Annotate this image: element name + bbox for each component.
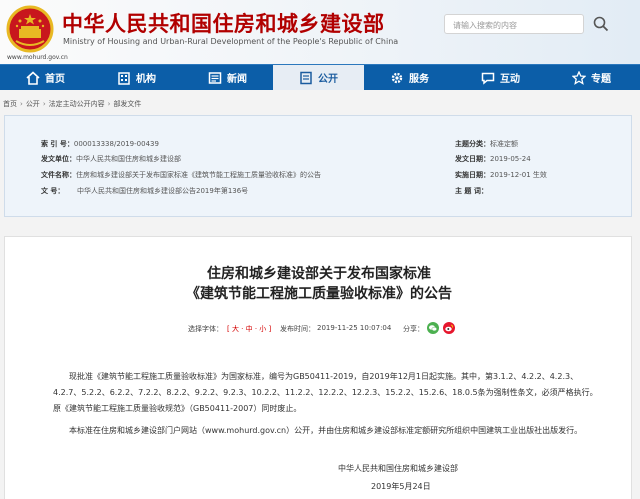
nav-item-news[interactable]: 新闻	[182, 65, 273, 90]
article-paragraph-1: 现批准《建筑节能工程施工质量验收标准》为国家标准，编号为GB50411-2019…	[53, 372, 598, 413]
nav-item-public[interactable]: 公开	[273, 65, 364, 90]
star-icon	[572, 70, 586, 85]
article-title-line1: 住房和城乡建设部关于发布国家标准	[207, 266, 431, 282]
info-index: 索 引 号：000013338/2019-00439	[41, 140, 159, 148]
publish-time: 2019-11-25 10:07:04	[317, 324, 392, 332]
info-category: 主题分类：标准定额	[455, 140, 518, 148]
search-input[interactable]: 请输入搜索的内容	[444, 14, 584, 34]
publish-label: 发布时间：	[280, 325, 315, 333]
nav-label: 服务	[409, 74, 429, 85]
nav-item-service[interactable]: 服务	[364, 65, 455, 90]
breadcrumb-ministry-docs[interactable]: 部发文件	[113, 100, 141, 108]
font-size-selector[interactable]: [ 大 · 中 · 小 ]	[227, 324, 271, 334]
site-header: 中华人民共和国住房和城乡建设部 Ministry of Housing and …	[0, 0, 640, 64]
info-subject: 主 题 词：	[455, 187, 488, 195]
article-title-line2: 《建筑节能工程施工质量验收标准》的公告	[186, 286, 452, 302]
article-paragraph-2: 本标准在住房和城乡建设部门户网站（www.mohurd.gov.cn）公开，并由…	[69, 426, 583, 435]
breadcrumb-public[interactable]: 公开	[26, 100, 40, 108]
info-issuer: 发文单位：中华人民共和国住房和城乡建设部	[41, 155, 181, 163]
home-icon	[26, 70, 40, 85]
info-docno: 文 号： 中华人民共和国住房和城乡建设部公告2019年第136号	[41, 187, 249, 195]
article-panel: 住房和城乡建设部关于发布国家标准 《建筑节能工程施工质量验收标准》的公告 选择字…	[4, 236, 632, 499]
signature-org: 中华人民共和国住房和城乡建设部	[338, 464, 458, 473]
site-title[interactable]: 中华人民共和国住房和城乡建设部	[62, 8, 385, 38]
chat-icon	[481, 72, 495, 85]
nav-label: 机构	[136, 74, 156, 85]
share-label: 分享：	[403, 325, 424, 333]
gear-icon	[391, 72, 403, 83]
site-subtitle: Ministry of Housing and Urban-Rural Deve…	[63, 37, 399, 46]
nav-label: 首页	[45, 74, 65, 85]
main-nav: 首页 机构 新闻 公开 服务 互动 专题	[0, 64, 640, 90]
nav-label: 新闻	[227, 74, 247, 85]
breadcrumb-home[interactable]: 首页	[3, 100, 17, 108]
nav-item-organization[interactable]: 机构	[91, 65, 182, 90]
signature-date: 2019年5月24日	[371, 482, 431, 491]
info-date: 发文日期：2019-05-24	[455, 155, 531, 163]
breadcrumb: 首页 › 公开 › 法定主动公开内容 › 部发文件	[3, 100, 142, 108]
info-filename: 文件名称：住房和城乡建设部关于发布国家标准《建筑节能工程施工质量验收标准》的公告	[41, 171, 321, 179]
nav-label: 互动	[500, 74, 520, 85]
document-icon	[300, 71, 312, 84]
nav-label: 专题	[591, 74, 611, 85]
nav-item-interaction[interactable]: 互动	[455, 65, 546, 90]
site-url: www.mohurd.gov.cn	[7, 54, 68, 61]
nav-item-topics[interactable]: 专题	[546, 65, 637, 90]
building-icon	[118, 71, 130, 85]
font-select-label: 选择字体：	[188, 325, 223, 333]
search-icon[interactable]	[591, 14, 611, 34]
breadcrumb-statutory[interactable]: 法定主动公开内容	[49, 100, 105, 108]
wechat-share-icon[interactable]	[427, 322, 439, 334]
news-icon	[208, 71, 222, 84]
national-emblem-icon[interactable]	[6, 5, 54, 53]
nav-item-home[interactable]: 首页	[0, 65, 91, 90]
weibo-share-icon[interactable]	[443, 322, 455, 334]
document-info-panel: 索 引 号：000013338/2019-00439 发文单位：中华人民共和国住…	[4, 115, 632, 217]
nav-label: 公开	[318, 74, 338, 85]
info-effective: 实施日期：2019-12-01 生效	[455, 171, 547, 179]
